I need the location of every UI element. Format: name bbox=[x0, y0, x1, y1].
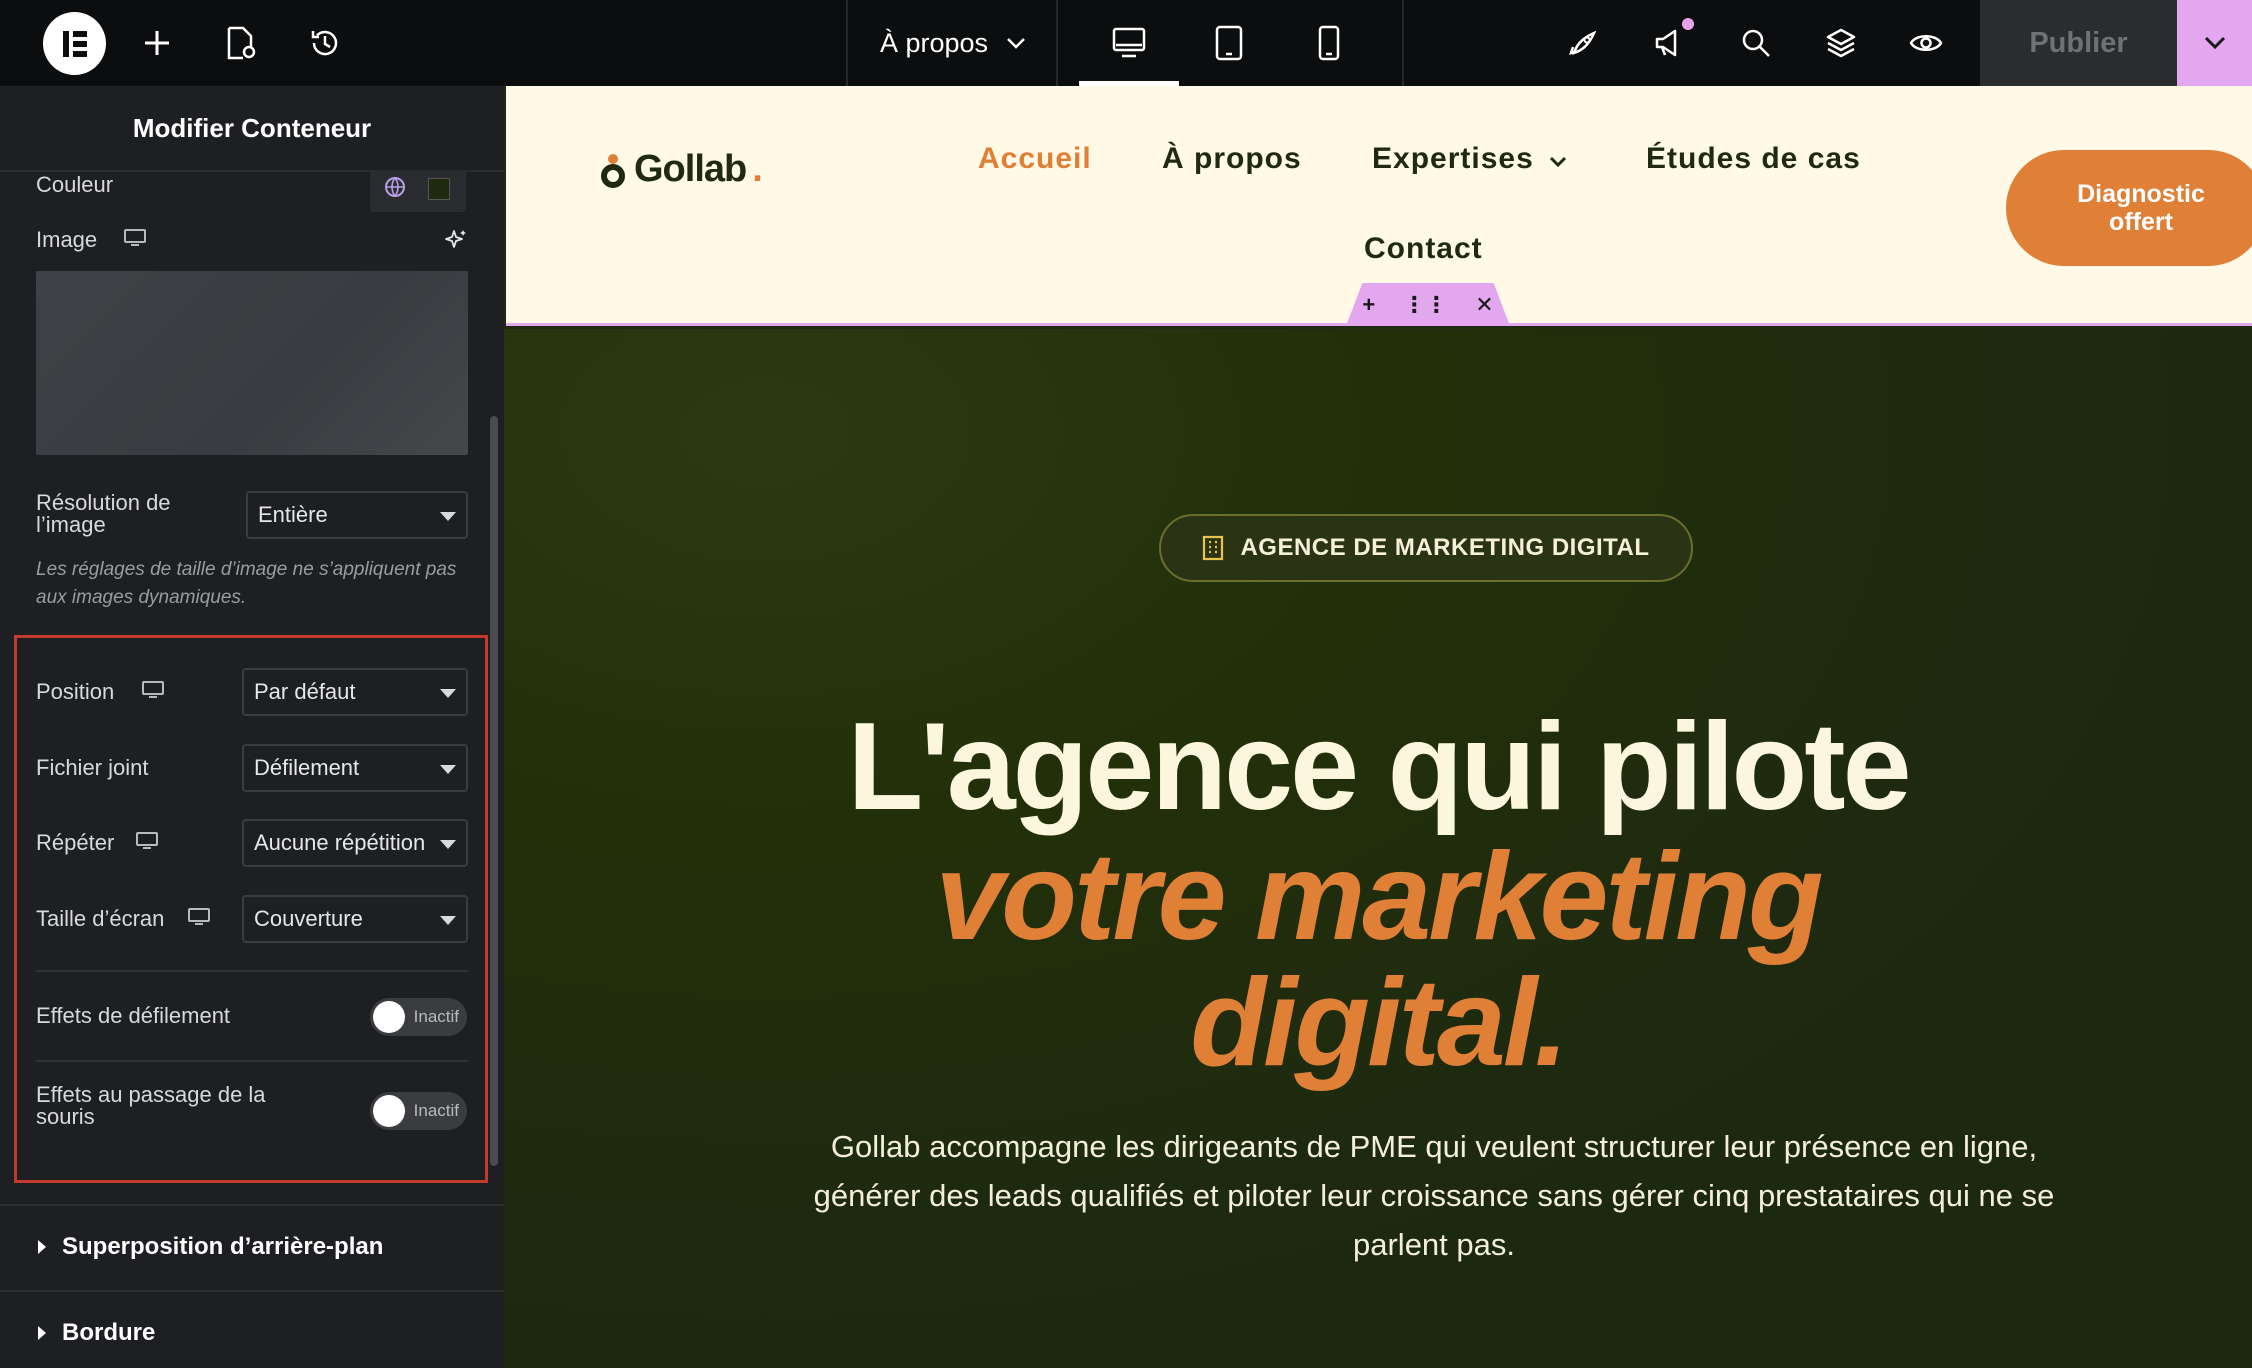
scroll-effects-state: Inactif bbox=[413, 1007, 459, 1026]
repeat-select[interactable]: Aucune répétition bbox=[242, 819, 468, 867]
panel-scrollbar[interactable] bbox=[490, 416, 498, 1166]
section-border-label: Bordure bbox=[62, 1319, 156, 1346]
notification-dot bbox=[1682, 18, 1694, 30]
desktop-responsive-icon[interactable] bbox=[188, 908, 210, 926]
attachment-select[interactable]: Défilement bbox=[242, 744, 468, 792]
drag-handle-icon[interactable]: ⋮⋮ bbox=[1403, 292, 1447, 318]
section-border[interactable]: Bordure bbox=[0, 1290, 504, 1368]
hover-effects-label: Effets au passage de la souris bbox=[36, 1082, 266, 1129]
desktop-responsive-icon[interactable] bbox=[142, 681, 164, 699]
chevron-down-icon bbox=[2204, 36, 2225, 50]
hover-effects-toggle[interactable]: Inactif bbox=[370, 1092, 467, 1130]
ai-sparkle-icon[interactable] bbox=[444, 228, 468, 252]
chevron-down-icon bbox=[1007, 38, 1025, 49]
caret-right-icon bbox=[38, 1326, 46, 1340]
desktop-responsive-icon[interactable] bbox=[124, 229, 146, 247]
hero-headline-line1: L'agence qui pilote bbox=[847, 698, 1911, 836]
publish-button[interactable]: Publier bbox=[1980, 0, 2177, 86]
nav-contact[interactable]: Contact bbox=[1364, 232, 1483, 266]
color-picker[interactable] bbox=[370, 172, 466, 212]
resolution-select[interactable]: Entière bbox=[246, 491, 468, 539]
repeat-select-value: Aucune répétition bbox=[254, 830, 426, 855]
image-preview[interactable] bbox=[36, 271, 468, 455]
resolution-label: Résolution de l’image bbox=[36, 490, 171, 537]
nav-accueil[interactable]: Accueil bbox=[978, 142, 1092, 176]
color-swatch[interactable] bbox=[428, 178, 450, 200]
add-container-icon[interactable]: + bbox=[1362, 292, 1375, 318]
size-select[interactable]: Couverture bbox=[242, 895, 468, 943]
position-select-value: Par défaut bbox=[254, 679, 356, 704]
caret-down-icon bbox=[440, 765, 456, 774]
color-label: Couleur bbox=[36, 172, 114, 197]
size-label: Taille d’écran bbox=[36, 906, 165, 931]
nav-a-propos[interactable]: À propos bbox=[1162, 142, 1302, 176]
toggle-knob bbox=[373, 1095, 405, 1127]
attachment-select-value: Défilement bbox=[254, 755, 360, 780]
cta-diagnostic-button[interactable]: Diagnostic offert bbox=[2006, 150, 2252, 266]
caret-down-icon bbox=[440, 689, 456, 698]
repeat-label: Répéter bbox=[36, 830, 115, 855]
page-selector[interactable]: À propos bbox=[848, 0, 1058, 86]
tablet-view-icon[interactable] bbox=[1179, 0, 1279, 86]
section-background-overlay-label: Superposition d’arrière-plan bbox=[62, 1233, 384, 1260]
chevron-down-icon bbox=[1550, 156, 1567, 168]
elementor-logo-icon[interactable] bbox=[43, 12, 106, 75]
gollab-logo-icon bbox=[601, 153, 625, 188]
hero-headline-line3: digital. bbox=[1190, 954, 1569, 1092]
panel-title: Modifier Conteneur bbox=[0, 86, 504, 172]
rocket-icon[interactable] bbox=[1564, 23, 1604, 63]
image-size-hint: Les réglages de taille d’image ne s’appl… bbox=[36, 559, 457, 608]
page-selector-label: À propos bbox=[879, 27, 989, 58]
globe-icon[interactable] bbox=[384, 176, 406, 198]
attachment-label: Fichier joint bbox=[36, 755, 149, 780]
section-background-overlay[interactable]: Superposition d’arrière-plan bbox=[0, 1204, 504, 1288]
brand-dot: . bbox=[752, 148, 763, 190]
publish-options-button[interactable] bbox=[2177, 0, 2252, 86]
scroll-effects-toggle[interactable]: Inactif bbox=[370, 998, 467, 1036]
nav-etudes-de-cas[interactable]: Études de cas bbox=[1646, 142, 1861, 176]
scroll-effects-label: Effets de défilement bbox=[36, 1003, 231, 1028]
caret-down-icon bbox=[440, 840, 456, 849]
layers-icon[interactable] bbox=[1821, 23, 1861, 63]
hero-lead-text: Gollab accompagne les dirigeants de PME … bbox=[813, 1129, 2055, 1262]
hero-headline-line2: votre marketing bbox=[935, 828, 1823, 966]
nav-expertises-label: Expertises bbox=[1372, 142, 1534, 175]
position-label: Position bbox=[36, 679, 115, 704]
desktop-view-icon[interactable] bbox=[1079, 0, 1179, 86]
preview-eye-icon[interactable] bbox=[1906, 23, 1946, 63]
desktop-responsive-icon[interactable] bbox=[136, 832, 158, 850]
site-header[interactable]: Gollab. Accueil À propos Expertises Étud… bbox=[506, 86, 2252, 326]
site-logo[interactable]: Gollab. bbox=[598, 148, 763, 191]
mobile-view-icon[interactable] bbox=[1279, 0, 1379, 86]
image-label: Image bbox=[36, 227, 98, 252]
size-select-value: Couverture bbox=[254, 906, 363, 931]
brand-name: Gollab bbox=[634, 148, 747, 190]
toggle-knob bbox=[373, 1001, 405, 1033]
add-element-icon[interactable] bbox=[137, 23, 177, 63]
delete-container-icon[interactable]: ✕ bbox=[1475, 292, 1493, 318]
preview-canvas: Gollab. Accueil À propos Expertises Étud… bbox=[504, 86, 2252, 1368]
divider bbox=[36, 970, 468, 972]
settings-panel: Modifier Conteneur Couleur Image Résolut… bbox=[0, 86, 504, 1368]
container-handle[interactable]: + ⋮⋮ ✕ bbox=[1346, 283, 1510, 326]
nav-expertises[interactable]: Expertises bbox=[1372, 142, 1567, 176]
building-icon bbox=[1203, 535, 1224, 561]
hover-effects-state: Inactif bbox=[413, 1101, 459, 1120]
position-select[interactable]: Par défaut bbox=[242, 668, 468, 716]
caret-right-icon bbox=[38, 1240, 46, 1254]
search-icon[interactable] bbox=[1736, 23, 1776, 63]
hero-badge: AGENCE DE MARKETING DIGITAL bbox=[1159, 514, 1693, 582]
hero-badge-label: AGENCE DE MARKETING DIGITAL bbox=[1240, 534, 1650, 561]
divider bbox=[36, 1060, 468, 1062]
resolution-select-value: Entière bbox=[258, 502, 328, 527]
editor-topbar: À propos Publier bbox=[0, 0, 2252, 86]
history-icon[interactable] bbox=[305, 23, 345, 63]
caret-down-icon bbox=[440, 916, 456, 925]
caret-down-icon bbox=[440, 512, 456, 521]
page-settings-icon[interactable] bbox=[221, 23, 261, 63]
